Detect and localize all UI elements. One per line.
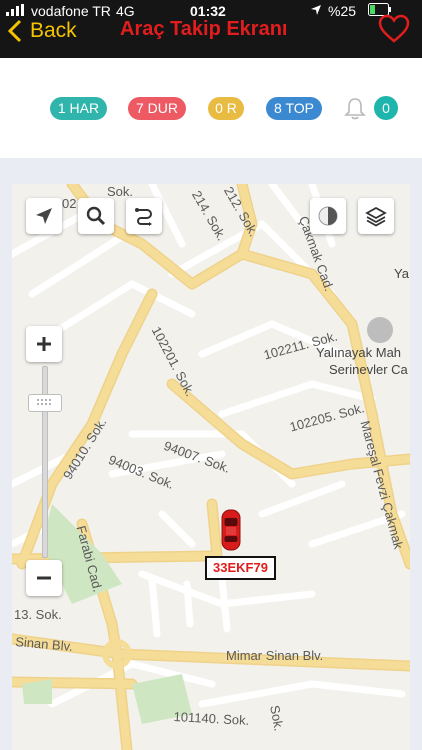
zoom-slider-handle[interactable] [28, 394, 62, 412]
plus-icon [37, 337, 51, 351]
map-view[interactable]: 02 Sok. 214. Sok. 212. Sok. Çakmak Cad. … [12, 184, 410, 750]
clock: 01:32 [190, 3, 226, 19]
top-bar: vodafone TR 4G 01:32 %25 Back Araç Takip… [0, 0, 422, 58]
street-label: Sok. [107, 184, 134, 199]
place-label: Yalınayak Mah [316, 345, 402, 360]
search-button[interactable] [78, 198, 114, 234]
total-count-badge[interactable]: 8 TOP [266, 97, 322, 120]
battery-percent: %25 [328, 3, 357, 19]
route-icon [135, 208, 152, 226]
layers-button[interactable] [358, 198, 394, 234]
zoom-control [26, 326, 62, 596]
vehicle-plate-label[interactable]: 33EKF79 [205, 556, 276, 580]
location-arrow-icon [310, 3, 322, 19]
search-icon [86, 206, 106, 226]
page-title: Araç Takip Ekranı [120, 18, 288, 40]
map-style-button[interactable] [310, 198, 346, 234]
minus-icon [37, 576, 51, 580]
moving-count-badge[interactable]: 1 HAR [50, 97, 107, 120]
zoom-out-button[interactable] [26, 560, 62, 596]
street-label: 13. Sok. [14, 607, 62, 622]
street-label: 02 [62, 196, 77, 211]
back-label: Back [30, 19, 77, 42]
favorite-button[interactable] [378, 14, 410, 46]
heart-icon [378, 14, 410, 43]
r-count-badge[interactable]: 0 R [208, 97, 244, 120]
route-button[interactable] [126, 198, 162, 234]
locate-button[interactable] [26, 198, 62, 234]
stopped-count-badge[interactable]: 7 DUR [128, 97, 186, 120]
street-label: Mimar Sinan Blv. [226, 648, 324, 663]
navigation-arrow-icon [36, 208, 52, 224]
place-label: Ya [394, 266, 409, 281]
chevron-left-icon [8, 19, 22, 43]
back-button[interactable]: Back [8, 16, 77, 46]
mosque-icon [367, 317, 393, 343]
car-icon[interactable] [220, 509, 242, 551]
alarm-count-badge[interactable]: 0 [374, 96, 398, 120]
layers-icon [365, 206, 387, 227]
contrast-icon [318, 206, 338, 226]
grip-icon [37, 399, 51, 405]
vehicle-count-bar: 1 HAR 7 DUR 0 R 8 TOP 0 [0, 58, 422, 158]
bell-icon[interactable] [344, 96, 366, 125]
place-label: Serinevler Ca [329, 362, 408, 377]
zoom-in-button[interactable] [26, 326, 62, 362]
network-label: 4G [116, 3, 135, 19]
